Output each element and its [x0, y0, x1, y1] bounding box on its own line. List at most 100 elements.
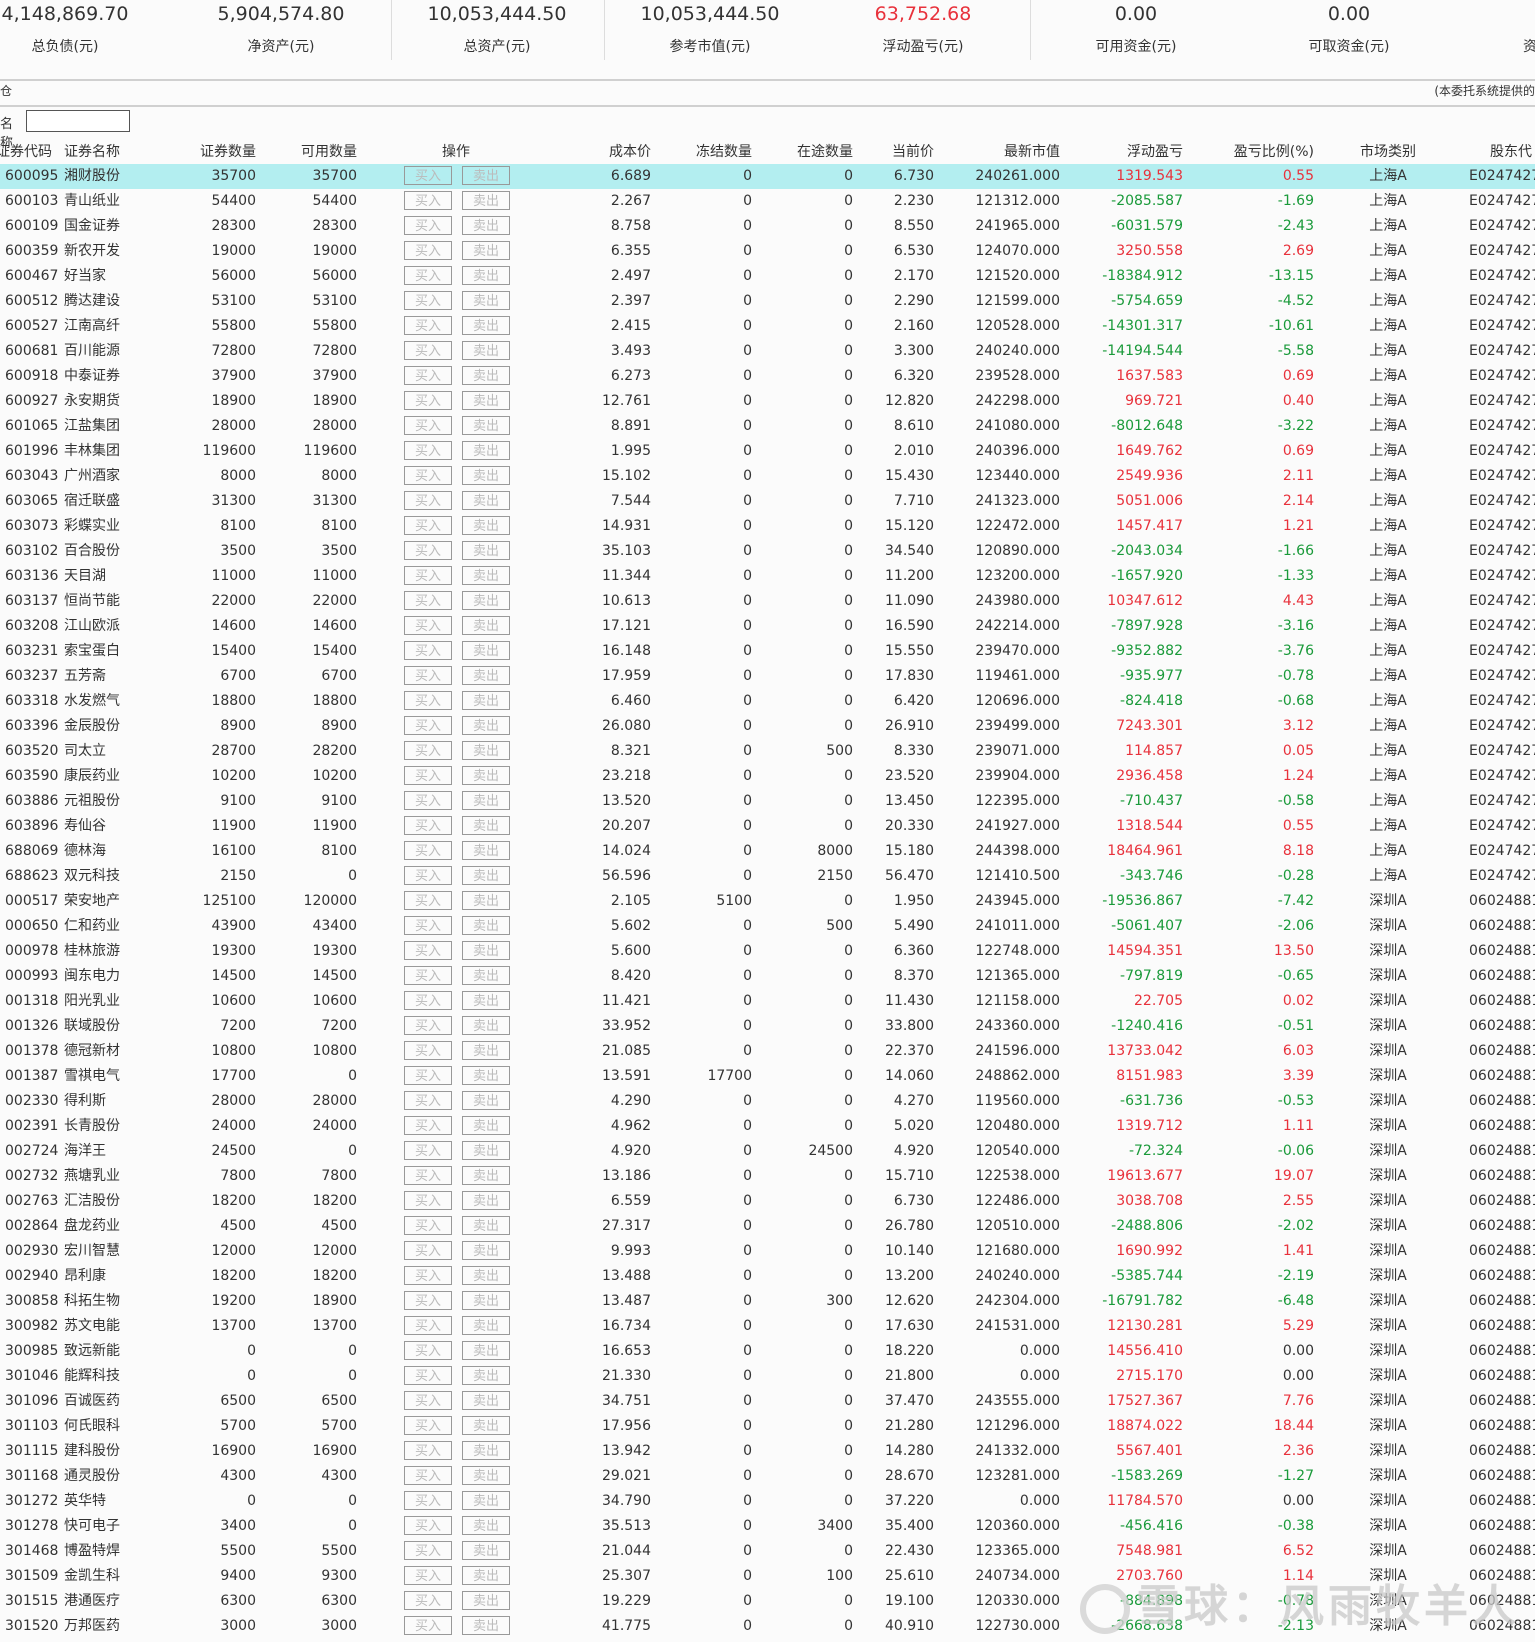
buy-button[interactable]: 买入 [404, 691, 452, 710]
table-row[interactable]: 002763 汇洁股份 18200 18200 买入 卖出 6.559 0 0 6.730 1224… [0, 1189, 1535, 1214]
buy-button[interactable]: 买入 [404, 241, 452, 260]
sell-button[interactable]: 卖出 [462, 766, 510, 785]
buy-button[interactable]: 买入 [404, 566, 452, 585]
buy-button[interactable]: 买入 [404, 341, 452, 360]
buy-button[interactable]: 买入 [404, 416, 452, 435]
table-row[interactable]: 600103 青山纸业 54400 54400 买入 卖出 2.267 0 0 2.230 1213… [0, 189, 1535, 214]
table-row[interactable]: 600095 湘财股份 35700 35700 买入 卖出 6.689 0 0 6.730 2402… [0, 164, 1535, 189]
column-header[interactable]: 浮动盈亏 [1043, 140, 1183, 165]
column-header[interactable]: 操作 [396, 140, 516, 165]
buy-button[interactable]: 买入 [404, 941, 452, 960]
sell-button[interactable]: 卖出 [462, 891, 510, 910]
buy-button[interactable]: 买入 [404, 1166, 452, 1185]
table-row[interactable]: 603318 水发燃气 18800 18800 买入 卖出 6.460 0 0 6.420 1206… [0, 689, 1535, 714]
sell-button[interactable]: 卖出 [462, 916, 510, 935]
buy-button[interactable]: 买入 [404, 841, 452, 860]
sell-button[interactable]: 卖出 [462, 1341, 510, 1360]
table-row[interactable]: 000978 桂林旅游 19300 19300 买入 卖出 5.600 0 0 6.360 1227… [0, 939, 1535, 964]
sell-button[interactable]: 卖出 [462, 241, 510, 260]
column-header[interactable]: 证券名称 [64, 140, 120, 165]
sell-button[interactable]: 卖出 [462, 1141, 510, 1160]
column-header[interactable]: 最新市值 [920, 140, 1060, 165]
table-row[interactable]: 001318 阳光乳业 10600 10600 买入 卖出 11.421 0 0 11.430 12… [0, 989, 1535, 1014]
sell-button[interactable]: 卖出 [462, 691, 510, 710]
sell-button[interactable]: 卖出 [462, 616, 510, 635]
table-row[interactable]: 001387 雪祺电气 17700 0 买入 卖出 13.591 17700 0 14.060 24… [0, 1064, 1535, 1089]
sell-button[interactable]: 卖出 [462, 716, 510, 735]
sell-button[interactable]: 卖出 [462, 1541, 510, 1560]
sell-button[interactable]: 卖出 [462, 1591, 510, 1610]
table-row[interactable]: 601065 江盐集团 28000 28000 买入 卖出 8.891 0 0 8.610 2410… [0, 414, 1535, 439]
table-row[interactable]: 002930 宏川智慧 12000 12000 买入 卖出 9.993 0 0 10.140 121… [0, 1239, 1535, 1264]
buy-button[interactable]: 买入 [404, 1241, 452, 1260]
buy-button[interactable]: 买入 [404, 1116, 452, 1135]
table-row[interactable]: 002732 燕塘乳业 7800 7800 买入 卖出 13.186 0 0 15.710 1225… [0, 1164, 1535, 1189]
sell-button[interactable]: 卖出 [462, 1266, 510, 1285]
table-row[interactable]: 002940 昂利康 18200 18200 买入 卖出 13.488 0 0 13.200 240… [0, 1264, 1535, 1289]
buy-button[interactable]: 买入 [404, 816, 452, 835]
sell-button[interactable]: 卖出 [462, 291, 510, 310]
table-row[interactable]: 301096 百诚医药 6500 6500 买入 卖出 34.751 0 0 37.470 2435… [0, 1389, 1535, 1414]
table-row[interactable]: 002330 得利斯 28000 28000 买入 卖出 4.290 0 0 4.270 11956… [0, 1089, 1535, 1114]
table-row[interactable]: 000650 仁和药业 43900 43400 买入 卖出 5.602 0 500 5.490 24… [0, 914, 1535, 939]
buy-button[interactable]: 买入 [404, 541, 452, 560]
buy-button[interactable]: 买入 [404, 616, 452, 635]
sell-button[interactable]: 卖出 [462, 1466, 510, 1485]
buy-button[interactable]: 买入 [404, 666, 452, 685]
table-row[interactable]: 301168 通灵股份 4300 4300 买入 卖出 29.021 0 0 28.670 1232… [0, 1464, 1535, 1489]
column-header[interactable]: 可用数量 [217, 140, 357, 165]
table-row[interactable]: 603137 恒尚节能 22000 22000 买入 卖出 10.613 0 0 11.090 24… [0, 589, 1535, 614]
table-row[interactable]: 603896 寿仙谷 11900 11900 买入 卖出 20.207 0 0 20.330 241… [0, 814, 1535, 839]
buy-button[interactable]: 买入 [404, 1191, 452, 1210]
table-row[interactable]: 600359 新农开发 19000 19000 买入 卖出 6.355 0 0 6.530 1240… [0, 239, 1535, 264]
table-row[interactable]: 603590 康辰药业 10200 10200 买入 卖出 23.218 0 0 23.520 23… [0, 764, 1535, 789]
buy-button[interactable]: 买入 [404, 1616, 452, 1635]
buy-button[interactable]: 买入 [404, 191, 452, 210]
table-row[interactable]: 603065 宿迁联盛 31300 31300 买入 卖出 7.544 0 0 7.710 2413… [0, 489, 1535, 514]
table-row[interactable]: 600527 江南高纤 55800 55800 买入 卖出 2.415 0 0 2.160 1205… [0, 314, 1535, 339]
table-row[interactable]: 000993 闽东电力 14500 14500 买入 卖出 8.420 0 0 8.370 1213… [0, 964, 1535, 989]
table-row[interactable]: 600681 百川能源 72800 72800 买入 卖出 3.493 0 0 3.300 2402… [0, 339, 1535, 364]
buy-button[interactable]: 买入 [404, 891, 452, 910]
column-header[interactable]: 当前价 [794, 140, 934, 165]
buy-button[interactable]: 买入 [404, 641, 452, 660]
table-row[interactable]: 600918 中泰证券 37900 37900 买入 卖出 6.273 0 0 6.320 2395… [0, 364, 1535, 389]
sell-button[interactable]: 卖出 [462, 1116, 510, 1135]
table-row[interactable]: 301468 博盈特焊 5500 5500 买入 卖出 21.044 0 0 22.430 1233… [0, 1539, 1535, 1564]
sell-button[interactable]: 卖出 [462, 966, 510, 985]
sell-button[interactable]: 卖出 [462, 341, 510, 360]
sell-button[interactable]: 卖出 [462, 266, 510, 285]
buy-button[interactable]: 买入 [404, 1366, 452, 1385]
table-row[interactable]: 301046 能辉科技 0 0 买入 卖出 21.330 0 0 21.800 0.000 2715.… [0, 1364, 1535, 1389]
table-row[interactable]: 603073 彩蝶实业 8100 8100 买入 卖出 14.931 0 0 15.120 1224… [0, 514, 1535, 539]
buy-button[interactable]: 买入 [404, 866, 452, 885]
sell-button[interactable]: 卖出 [462, 1291, 510, 1310]
sell-button[interactable]: 卖出 [462, 1366, 510, 1385]
buy-button[interactable]: 买入 [404, 291, 452, 310]
buy-button[interactable]: 买入 [404, 466, 452, 485]
sell-button[interactable]: 卖出 [462, 166, 510, 185]
table-row[interactable]: 300982 苏文电能 13700 13700 买入 卖出 16.734 0 0 17.630 24… [0, 1314, 1535, 1339]
table-row[interactable]: 300985 致远新能 0 0 买入 卖出 16.653 0 0 18.220 0.000 14556… [0, 1339, 1535, 1364]
sell-button[interactable]: 卖出 [462, 491, 510, 510]
buy-button[interactable]: 买入 [404, 1041, 452, 1060]
sell-button[interactable]: 卖出 [462, 666, 510, 685]
sell-button[interactable]: 卖出 [462, 1241, 510, 1260]
buy-button[interactable]: 买入 [404, 516, 452, 535]
sell-button[interactable]: 卖出 [462, 866, 510, 885]
sell-button[interactable]: 卖出 [462, 516, 510, 535]
table-row[interactable]: 600109 国金证券 28300 28300 买入 卖出 8.758 0 0 8.550 2419… [0, 214, 1535, 239]
table-row[interactable]: 601996 丰林集团 119600 119600 买入 卖出 1.995 0 0 2.010 24… [0, 439, 1535, 464]
sell-button[interactable]: 卖出 [462, 941, 510, 960]
table-row[interactable]: 603136 天目湖 11000 11000 买入 卖出 11.344 0 0 11.200 123… [0, 564, 1535, 589]
sell-button[interactable]: 卖出 [462, 816, 510, 835]
sell-button[interactable]: 卖出 [462, 1191, 510, 1210]
buy-button[interactable]: 买入 [404, 1216, 452, 1235]
table-row[interactable]: 603208 江山欧派 14600 14600 买入 卖出 17.121 0 0 16.590 24… [0, 614, 1535, 639]
buy-button[interactable]: 买入 [404, 1416, 452, 1435]
tab-positions[interactable]: 仓 [0, 79, 12, 104]
table-row[interactable]: 603237 五芳斋 6700 6700 买入 卖出 17.959 0 0 17.830 11946… [0, 664, 1535, 689]
table-row[interactable]: 603231 索宝蛋白 15400 15400 买入 卖出 16.148 0 0 15.550 23… [0, 639, 1535, 664]
sell-button[interactable]: 卖出 [462, 316, 510, 335]
sell-button[interactable]: 卖出 [462, 1441, 510, 1460]
